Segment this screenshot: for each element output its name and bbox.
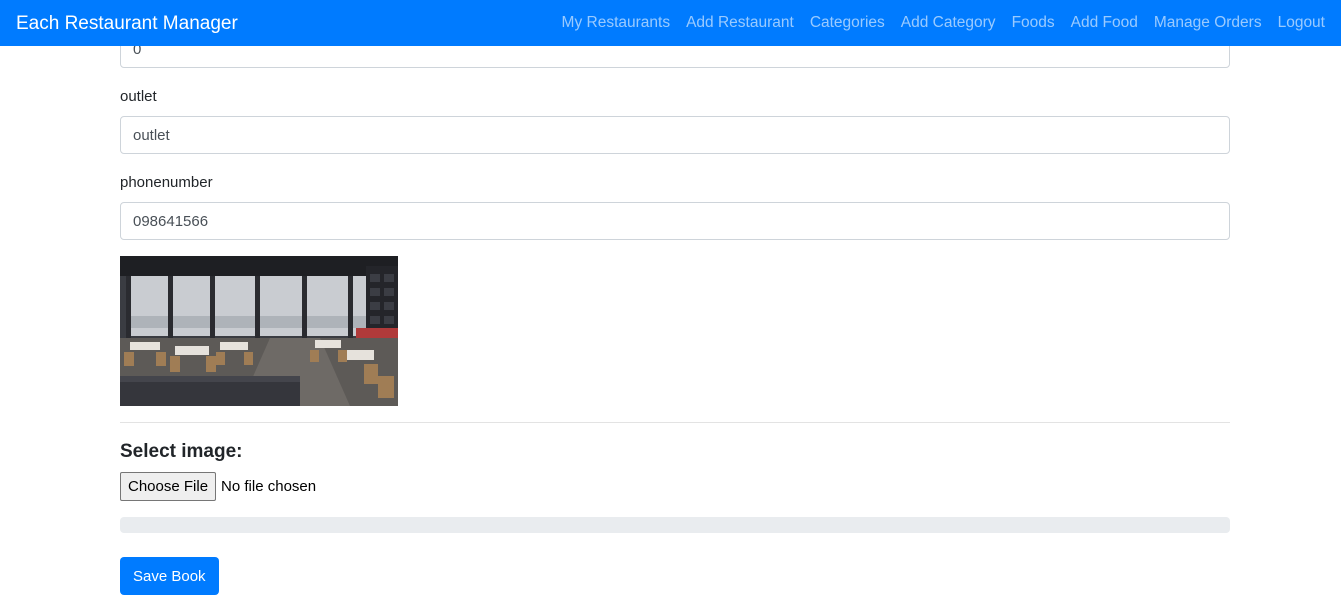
nav-add-restaurant[interactable]: Add Restaurant (686, 14, 794, 32)
phonenumber-input[interactable]: 098641566 (120, 202, 1230, 240)
upload-progress (120, 517, 1230, 533)
nav-add-food[interactable]: Add Food (1071, 14, 1138, 32)
navbar-brand[interactable]: Each Restaurant Manager (16, 14, 238, 33)
outlet-label: outlet (120, 88, 157, 105)
nav-my-restaurants[interactable]: My Restaurants (562, 14, 671, 32)
nav-add-category[interactable]: Add Category (901, 14, 996, 32)
outlet-value: outlet (133, 126, 170, 144)
nav-foods[interactable]: Foods (1012, 14, 1055, 32)
file-input[interactable]: Choose File No file chosen (120, 472, 316, 501)
nav-logout[interactable]: Logout (1278, 14, 1325, 32)
nav-categories[interactable]: Categories (810, 14, 885, 32)
nav-manage-orders[interactable]: Manage Orders (1154, 14, 1262, 32)
phonenumber-value: 098641566 (133, 212, 209, 230)
select-image-title: Select image: (120, 441, 243, 462)
file-status-text: No file chosen (221, 478, 317, 495)
restaurant-photo (120, 256, 398, 406)
choose-file-button[interactable]: Choose File (120, 472, 217, 501)
restaurant-image-preview (120, 256, 398, 406)
divider (120, 422, 1230, 423)
navbar: Each Restaurant Manager My Restaurants A… (0, 0, 1341, 46)
phonenumber-label: phonenumber (120, 174, 213, 191)
save-book-button[interactable]: Save Book (120, 557, 219, 595)
outlet-input[interactable]: outlet (120, 116, 1230, 154)
navbar-links: My Restaurants Add Restaurant Categories… (562, 14, 1325, 32)
